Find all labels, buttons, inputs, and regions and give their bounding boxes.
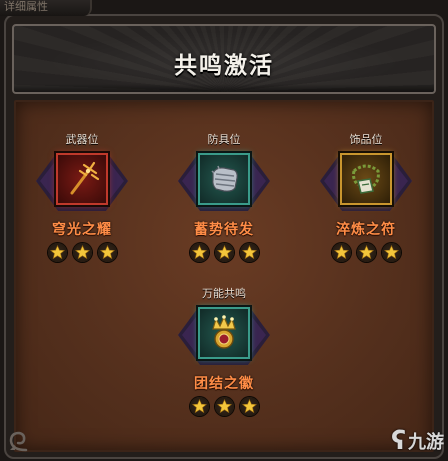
slot-frame xyxy=(312,149,420,213)
details-tab-label: 详细属性 xyxy=(4,0,48,13)
star-icon xyxy=(356,243,376,262)
slot-name: 蓄势待发 xyxy=(194,222,254,238)
details-tab[interactable]: 详细属性 xyxy=(0,0,92,16)
star-rating xyxy=(28,243,136,262)
star-icon xyxy=(189,243,209,262)
star-icon xyxy=(239,397,259,416)
slot-frame xyxy=(170,149,278,213)
star-icon xyxy=(239,243,259,262)
star-icon xyxy=(214,397,234,416)
star-icon xyxy=(97,243,117,262)
slot-label: 武器位 xyxy=(65,133,99,146)
star-icon xyxy=(331,243,351,262)
star-icon xyxy=(47,243,67,262)
star-icon xyxy=(381,243,401,262)
star-rating xyxy=(170,397,278,416)
star-icon xyxy=(189,397,209,416)
crown-emblem-icon[interactable] xyxy=(198,307,250,359)
slot-weapon[interactable]: 武器位 穹光之耀 xyxy=(28,133,136,262)
watermark: ʕ 九游 xyxy=(382,424,444,458)
slot-label: 防具位 xyxy=(207,133,241,146)
slot-label: 万能共鸣 xyxy=(202,287,246,300)
slot-label: 饰品位 xyxy=(349,133,383,146)
star-rating xyxy=(312,243,420,262)
amulet-necklace-icon[interactable] xyxy=(340,153,392,205)
watermark-text: 九游 xyxy=(408,432,444,453)
gauntlet-icon[interactable] xyxy=(198,153,250,205)
star-rating xyxy=(170,243,278,262)
slot-name: 淬炼之符 xyxy=(336,222,396,238)
slot-armor[interactable]: 防具位 蓄势待发 xyxy=(170,133,278,262)
slot-frame xyxy=(170,303,278,367)
slot-universal[interactable]: 万能共鸣 团结之徽 xyxy=(170,287,278,416)
trident-icon[interactable] xyxy=(56,153,108,205)
slot-name: 团结之徽 xyxy=(194,376,254,392)
star-icon xyxy=(214,243,234,262)
page-title: 共鸣激活 xyxy=(174,53,274,79)
title-header: 共鸣激活 xyxy=(12,24,436,94)
back-swirl-icon[interactable] xyxy=(6,428,32,454)
slot-accessory[interactable]: 饰品位 淬炼之符 xyxy=(312,133,420,262)
slot-frame xyxy=(28,149,136,213)
slot-name: 穹光之耀 xyxy=(52,222,112,238)
star-icon xyxy=(72,243,92,262)
jiuyou-logo-icon: ʕ xyxy=(391,426,406,456)
